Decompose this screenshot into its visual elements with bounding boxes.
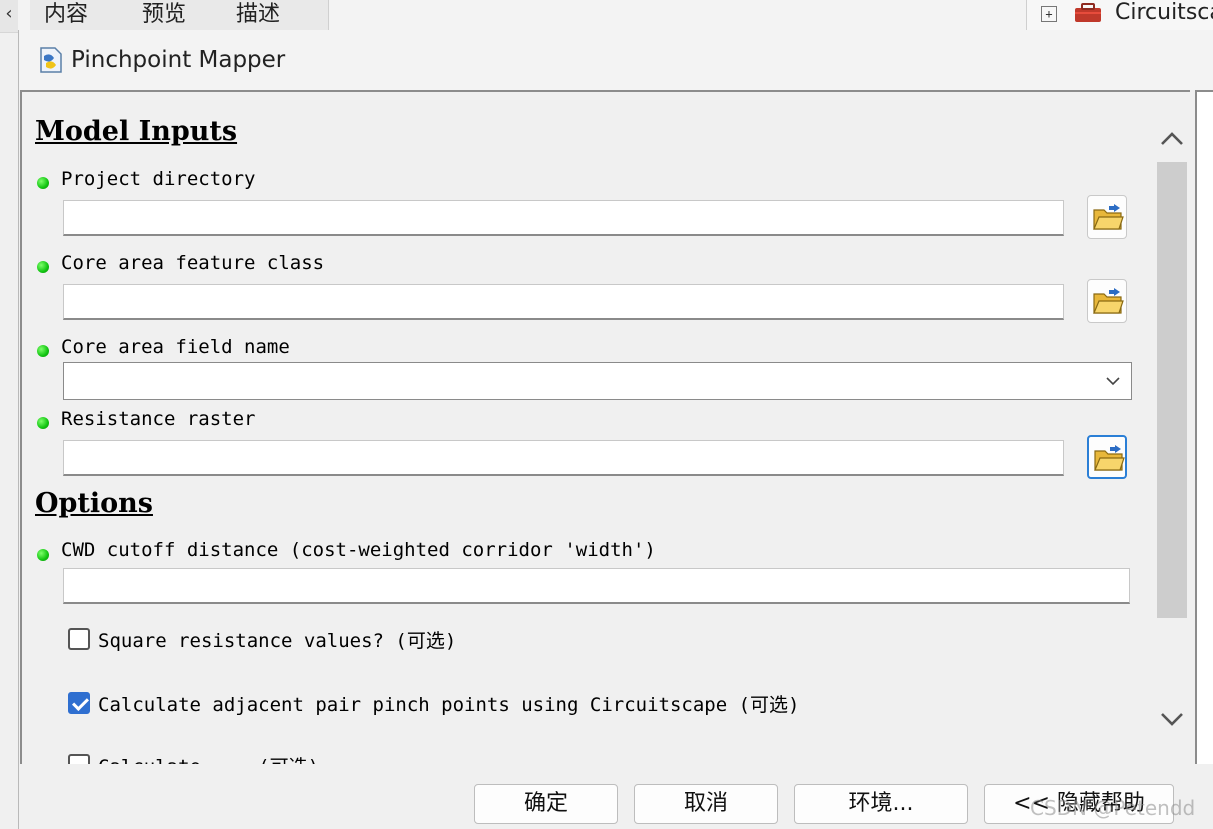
cancel-button[interactable]: 取消: [634, 784, 778, 824]
tab-preview[interactable]: 预览: [128, 0, 235, 30]
section-options: Options: [35, 488, 153, 519]
calculate-adjacent-pinch-points-label[interactable]: Calculate adjacent pair pinch points usi…: [98, 690, 799, 717]
section-model-inputs: Model Inputs: [35, 116, 238, 147]
catalog-tree-panel: + Circuitsca: [1026, 0, 1213, 30]
required-indicator-icon: [37, 549, 49, 561]
chevron-down-icon[interactable]: [1157, 704, 1187, 734]
tab-description[interactable]: 描述: [222, 0, 329, 30]
required-indicator-icon: [37, 261, 49, 273]
catalog-node-label[interactable]: Circuitsca: [1115, 0, 1213, 26]
open-folder-icon: [1093, 288, 1124, 314]
dialog-title: Pinchpoint Mapper: [71, 47, 286, 73]
square-resistance-label[interactable]: Square resistance values? (可选): [98, 626, 456, 653]
ok-button[interactable]: 确定: [474, 784, 618, 824]
project-directory-browse-button[interactable]: [1087, 195, 1127, 239]
third-option-label[interactable]: Calculate ... (可选): [98, 752, 319, 764]
environments-button[interactable]: 环境...: [794, 784, 968, 824]
resistance-raster-input[interactable]: [63, 440, 1064, 476]
toolbox-icon: [1075, 3, 1101, 22]
help-panel: [1195, 90, 1213, 764]
open-folder-icon: [1094, 445, 1125, 471]
scrollbar-thumb[interactable]: [1157, 162, 1187, 618]
parameters-panel[interactable]: Model Inputs Project directory Core area…: [20, 90, 1190, 764]
tool-dialog: Pinchpoint Mapper Model Inputs Project d…: [18, 30, 1213, 829]
required-indicator-icon: [37, 177, 49, 189]
tab-contents[interactable]: 内容: [30, 0, 141, 30]
required-indicator-icon: [37, 345, 49, 357]
core-area-field-name-label: Core area field name: [61, 336, 290, 358]
third-option-checkbox[interactable]: [68, 754, 90, 764]
resistance-raster-label: Resistance raster: [61, 408, 256, 430]
background-tab-strip: ‹ 内容 预览 描述 + Circuitsca: [0, 0, 1213, 33]
chevron-down-icon[interactable]: [1105, 373, 1121, 389]
watermark: CSDN @Petendd: [1030, 796, 1196, 820]
expand-icon[interactable]: +: [1041, 6, 1057, 22]
resistance-raster-browse-button[interactable]: [1087, 435, 1127, 479]
cwd-cutoff-label: CWD cutoff distance (cost-weighted corri…: [61, 539, 656, 561]
core-area-feature-class-input[interactable]: [63, 284, 1064, 320]
project-directory-label: Project directory: [61, 168, 256, 190]
core-area-feature-class-browse-button[interactable]: [1087, 279, 1127, 323]
python-script-icon: [40, 47, 62, 73]
open-folder-icon: [1093, 204, 1124, 230]
square-resistance-checkbox[interactable]: [68, 628, 90, 650]
cwd-cutoff-input[interactable]: [63, 568, 1130, 604]
core-area-feature-class-label: Core area feature class: [61, 252, 325, 274]
dialog-titlebar: Pinchpoint Mapper: [19, 30, 1213, 90]
calculate-adjacent-pinch-points-checkbox[interactable]: [68, 692, 90, 714]
chevron-up-icon[interactable]: [1157, 124, 1187, 154]
core-area-field-name-select[interactable]: [63, 362, 1132, 400]
collapse-arrow-icon[interactable]: ‹: [0, 0, 18, 32]
project-directory-input[interactable]: [63, 200, 1064, 236]
required-indicator-icon: [37, 417, 49, 429]
